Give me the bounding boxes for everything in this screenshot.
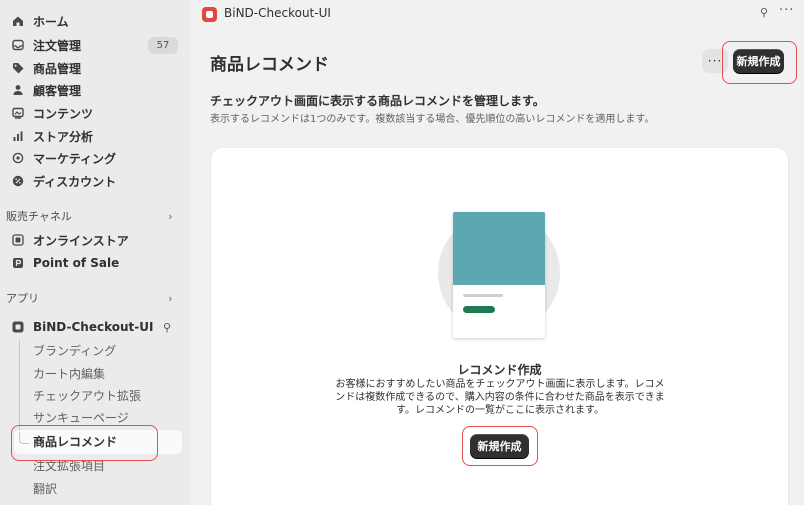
sidebar-item-content[interactable]: コンテンツ [0, 102, 190, 124]
sidebar-item-bind-checkout-ui[interactable]: BiND-Checkout-UI ⚲ [0, 316, 190, 338]
page-title: 商品レコメンド [210, 55, 329, 75]
sidebar-item-label: ディスカウント [33, 174, 117, 189]
discount-icon [11, 174, 25, 188]
app-title: BiND-Checkout-UI [224, 6, 331, 20]
highlight-box [462, 426, 538, 466]
sidebar-item-analytics[interactable]: ストア分析 [0, 125, 190, 147]
highlight-box [722, 41, 797, 84]
sidebar-item-label: ホーム [33, 14, 69, 29]
app-icon [202, 7, 217, 22]
image-icon [11, 106, 25, 120]
section-heading: 販売チャネル [6, 210, 72, 223]
sidebar-item-label: ストア分析 [33, 129, 94, 144]
sidebar-subitem-branding[interactable]: ブランディング [33, 342, 116, 359]
sidebar-item-label: BiND-Checkout-UI [33, 320, 154, 334]
empty-state-title: レコメンド作成 [457, 363, 542, 377]
section-heading: アプリ [6, 292, 39, 305]
sales-channels-header[interactable]: 販売チャネル › [0, 205, 190, 227]
sidebar-item-label: 顧客管理 [33, 83, 82, 98]
bar-chart-icon [11, 129, 25, 143]
sidebar-item-orders[interactable]: 注文管理 57 [0, 34, 190, 56]
sidebar-item-label: Point of Sale [33, 256, 120, 270]
sidebar-item-home[interactable]: ホーム [0, 10, 190, 32]
sidebar-item-products[interactable]: 商品管理 [0, 57, 190, 79]
sidebar-subitem-checkout-extension[interactable]: チェックアウト拡張 [33, 387, 141, 404]
sidebar-item-label: マーケティング [33, 151, 117, 166]
apps-header[interactable]: アプリ › [0, 287, 190, 309]
pin-icon[interactable]: ⚲ [760, 6, 768, 19]
storefront-icon [11, 233, 25, 247]
sidebar-item-label: 商品管理 [33, 61, 82, 76]
tag-icon [11, 61, 25, 75]
pin-icon[interactable]: ⚲ [163, 321, 171, 334]
description-subtitle: 表示するレコメンドは1つのみです。複数該当する場合、優先順位の高いレコメンドを適… [210, 114, 655, 125]
sidebar-item-label: オンラインストア [33, 233, 129, 248]
chevron-right-icon: › [168, 209, 173, 223]
sidebar: ホーム 注文管理 57 商品管理 顧客管理 コンテンツ ストア分析 マーケティン… [0, 0, 190, 505]
person-icon [11, 83, 25, 97]
highlight-box [11, 425, 158, 461]
sidebar-item-label: 注文管理 [33, 38, 82, 53]
home-icon [11, 14, 25, 28]
sidebar-subitem-translation[interactable]: 翻訳 [33, 480, 57, 497]
inbox-icon [11, 38, 25, 52]
pos-icon [11, 256, 25, 270]
chevron-right-icon: › [168, 291, 173, 305]
more-options-icon[interactable]: ··· [779, 3, 794, 18]
sidebar-subitem-thank-you-page[interactable]: サンキューページ [33, 409, 129, 426]
sidebar-item-marketing[interactable]: マーケティング [0, 147, 190, 169]
sidebar-item-customers[interactable]: 顧客管理 [0, 79, 190, 101]
empty-state-illustration [453, 212, 545, 338]
sidebar-item-discounts[interactable]: ディスカウント [0, 170, 190, 192]
orders-count-badge: 57 [148, 36, 178, 54]
sidebar-item-point-of-sale[interactable]: Point of Sale [0, 252, 190, 274]
target-icon [11, 151, 25, 165]
sidebar-item-label: コンテンツ [33, 106, 94, 121]
app-icon [11, 320, 25, 334]
sidebar-subitem-cart-edit[interactable]: カート内編集 [33, 365, 105, 382]
description-title: チェックアウト画面に表示する商品レコメンドを管理します。 [210, 94, 545, 108]
empty-state-body: お客様におすすめしたい商品をチェックアウト画面に表示します。レコメンドは複数作成… [335, 379, 665, 416]
sidebar-item-online-store[interactable]: オンラインストア [0, 229, 190, 251]
